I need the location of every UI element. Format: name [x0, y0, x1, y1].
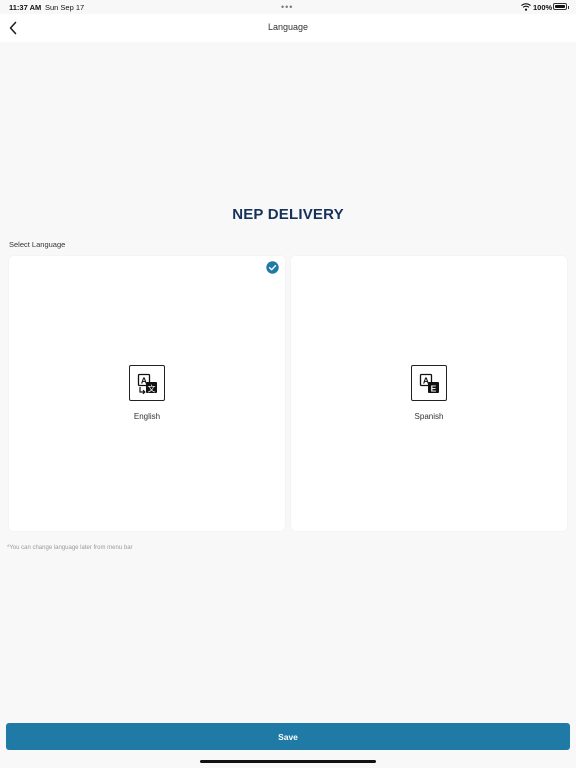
- save-button[interactable]: Save: [6, 723, 570, 750]
- multitask-dots[interactable]: •••: [281, 2, 293, 12]
- battery-icon: [553, 3, 569, 10]
- language-hint: *You can change language later from menu…: [7, 545, 133, 551]
- status-time: 11:37 AM: [9, 3, 42, 12]
- translate-icon: A E: [411, 365, 447, 401]
- select-language-label: Select Language: [9, 240, 66, 249]
- svg-text:文: 文: [148, 383, 156, 393]
- language-label-english: English: [133, 412, 161, 421]
- status-bar: 11:37 AM Sun Sep 17 ••• 100%: [0, 0, 576, 14]
- wifi-icon: [521, 3, 531, 11]
- check-circle-icon: [266, 261, 279, 274]
- battery-percent: 100%: [533, 3, 553, 12]
- translate-icon: A 文: [129, 365, 165, 401]
- nav-title: Language: [267, 22, 309, 32]
- status-date: Sun Sep 17: [45, 3, 85, 12]
- brand-title: NEP DELIVERY: [232, 206, 344, 223]
- navigation-bar: Language: [0, 14, 576, 42]
- home-indicator[interactable]: [200, 760, 376, 763]
- language-label-spanish: Spanish: [414, 412, 444, 421]
- language-option-english[interactable]: A 文 English: [9, 256, 285, 531]
- language-option-spanish[interactable]: A E Spanish: [291, 256, 567, 531]
- svg-text:E: E: [431, 383, 437, 393]
